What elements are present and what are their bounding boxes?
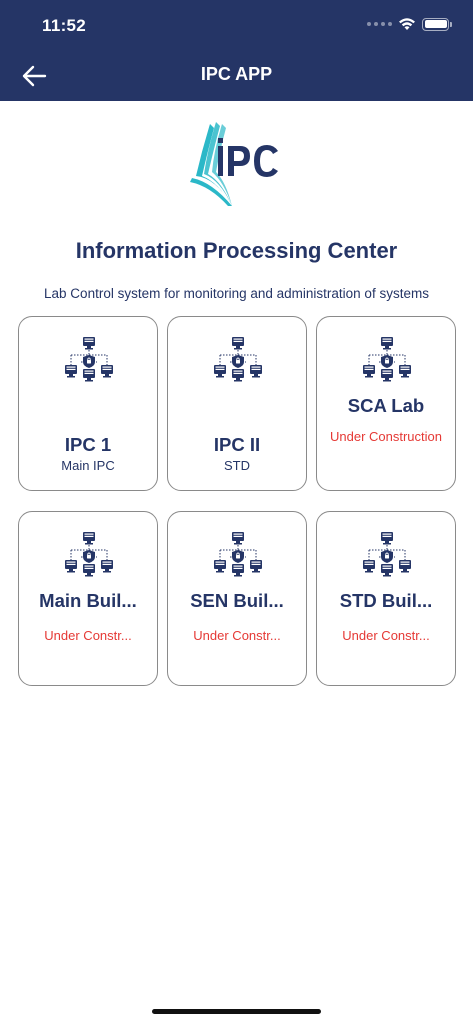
wifi-icon — [399, 18, 415, 30]
network-lock-icon — [363, 530, 411, 578]
card-title: IPC II — [213, 434, 261, 455]
cellular-signal-icon — [367, 22, 392, 26]
card-title: SEN Buil... — [190, 590, 284, 611]
card-title: SCA Lab — [347, 395, 425, 416]
status-icons — [367, 17, 452, 31]
lab-card-std-building[interactable]: STD Buil... Under Constr... — [316, 511, 456, 686]
lab-card-sca-lab[interactable]: SCA Lab Under Construction — [316, 316, 456, 491]
home-indicator[interactable] — [152, 1009, 321, 1014]
ipc-logo — [188, 120, 284, 208]
battery-icon — [422, 17, 452, 31]
card-title: Main Buil... — [39, 590, 137, 611]
page-title: Information Processing Center — [75, 238, 398, 263]
card-subtitle: STD — [224, 458, 250, 473]
card-status: Under Construction — [330, 429, 442, 444]
lab-card-ipc-2[interactable]: IPC II STD — [167, 316, 307, 491]
card-subtitle: Main IPC — [61, 458, 115, 473]
header-title: IPC APP — [200, 64, 273, 84]
card-status: Under Constr... — [193, 628, 281, 643]
network-lock-icon — [363, 335, 411, 383]
page-subtitle: Lab Control system for monitoring and ad… — [44, 286, 429, 301]
card-title: STD Buil... — [339, 590, 433, 611]
network-lock-icon — [214, 335, 262, 383]
network-lock-icon — [65, 335, 113, 383]
status-time: 11:52 — [42, 16, 87, 35]
network-lock-icon — [214, 530, 262, 578]
lab-card-grid: IPC 1 Main IPC IPC II STD SCA Lab Under … — [18, 316, 456, 686]
lab-card-sen-building[interactable]: SEN Buil... Under Constr... — [167, 511, 307, 686]
lab-card-ipc-1[interactable]: IPC 1 Main IPC — [18, 316, 158, 491]
card-status: Under Constr... — [44, 628, 132, 643]
card-title: IPC 1 — [64, 434, 112, 455]
app-header: 11:52 IPC APP — [0, 0, 473, 101]
lab-card-main-building[interactable]: Main Buil... Under Constr... — [18, 511, 158, 686]
card-status: Under Constr... — [342, 628, 430, 643]
network-lock-icon — [65, 530, 113, 578]
